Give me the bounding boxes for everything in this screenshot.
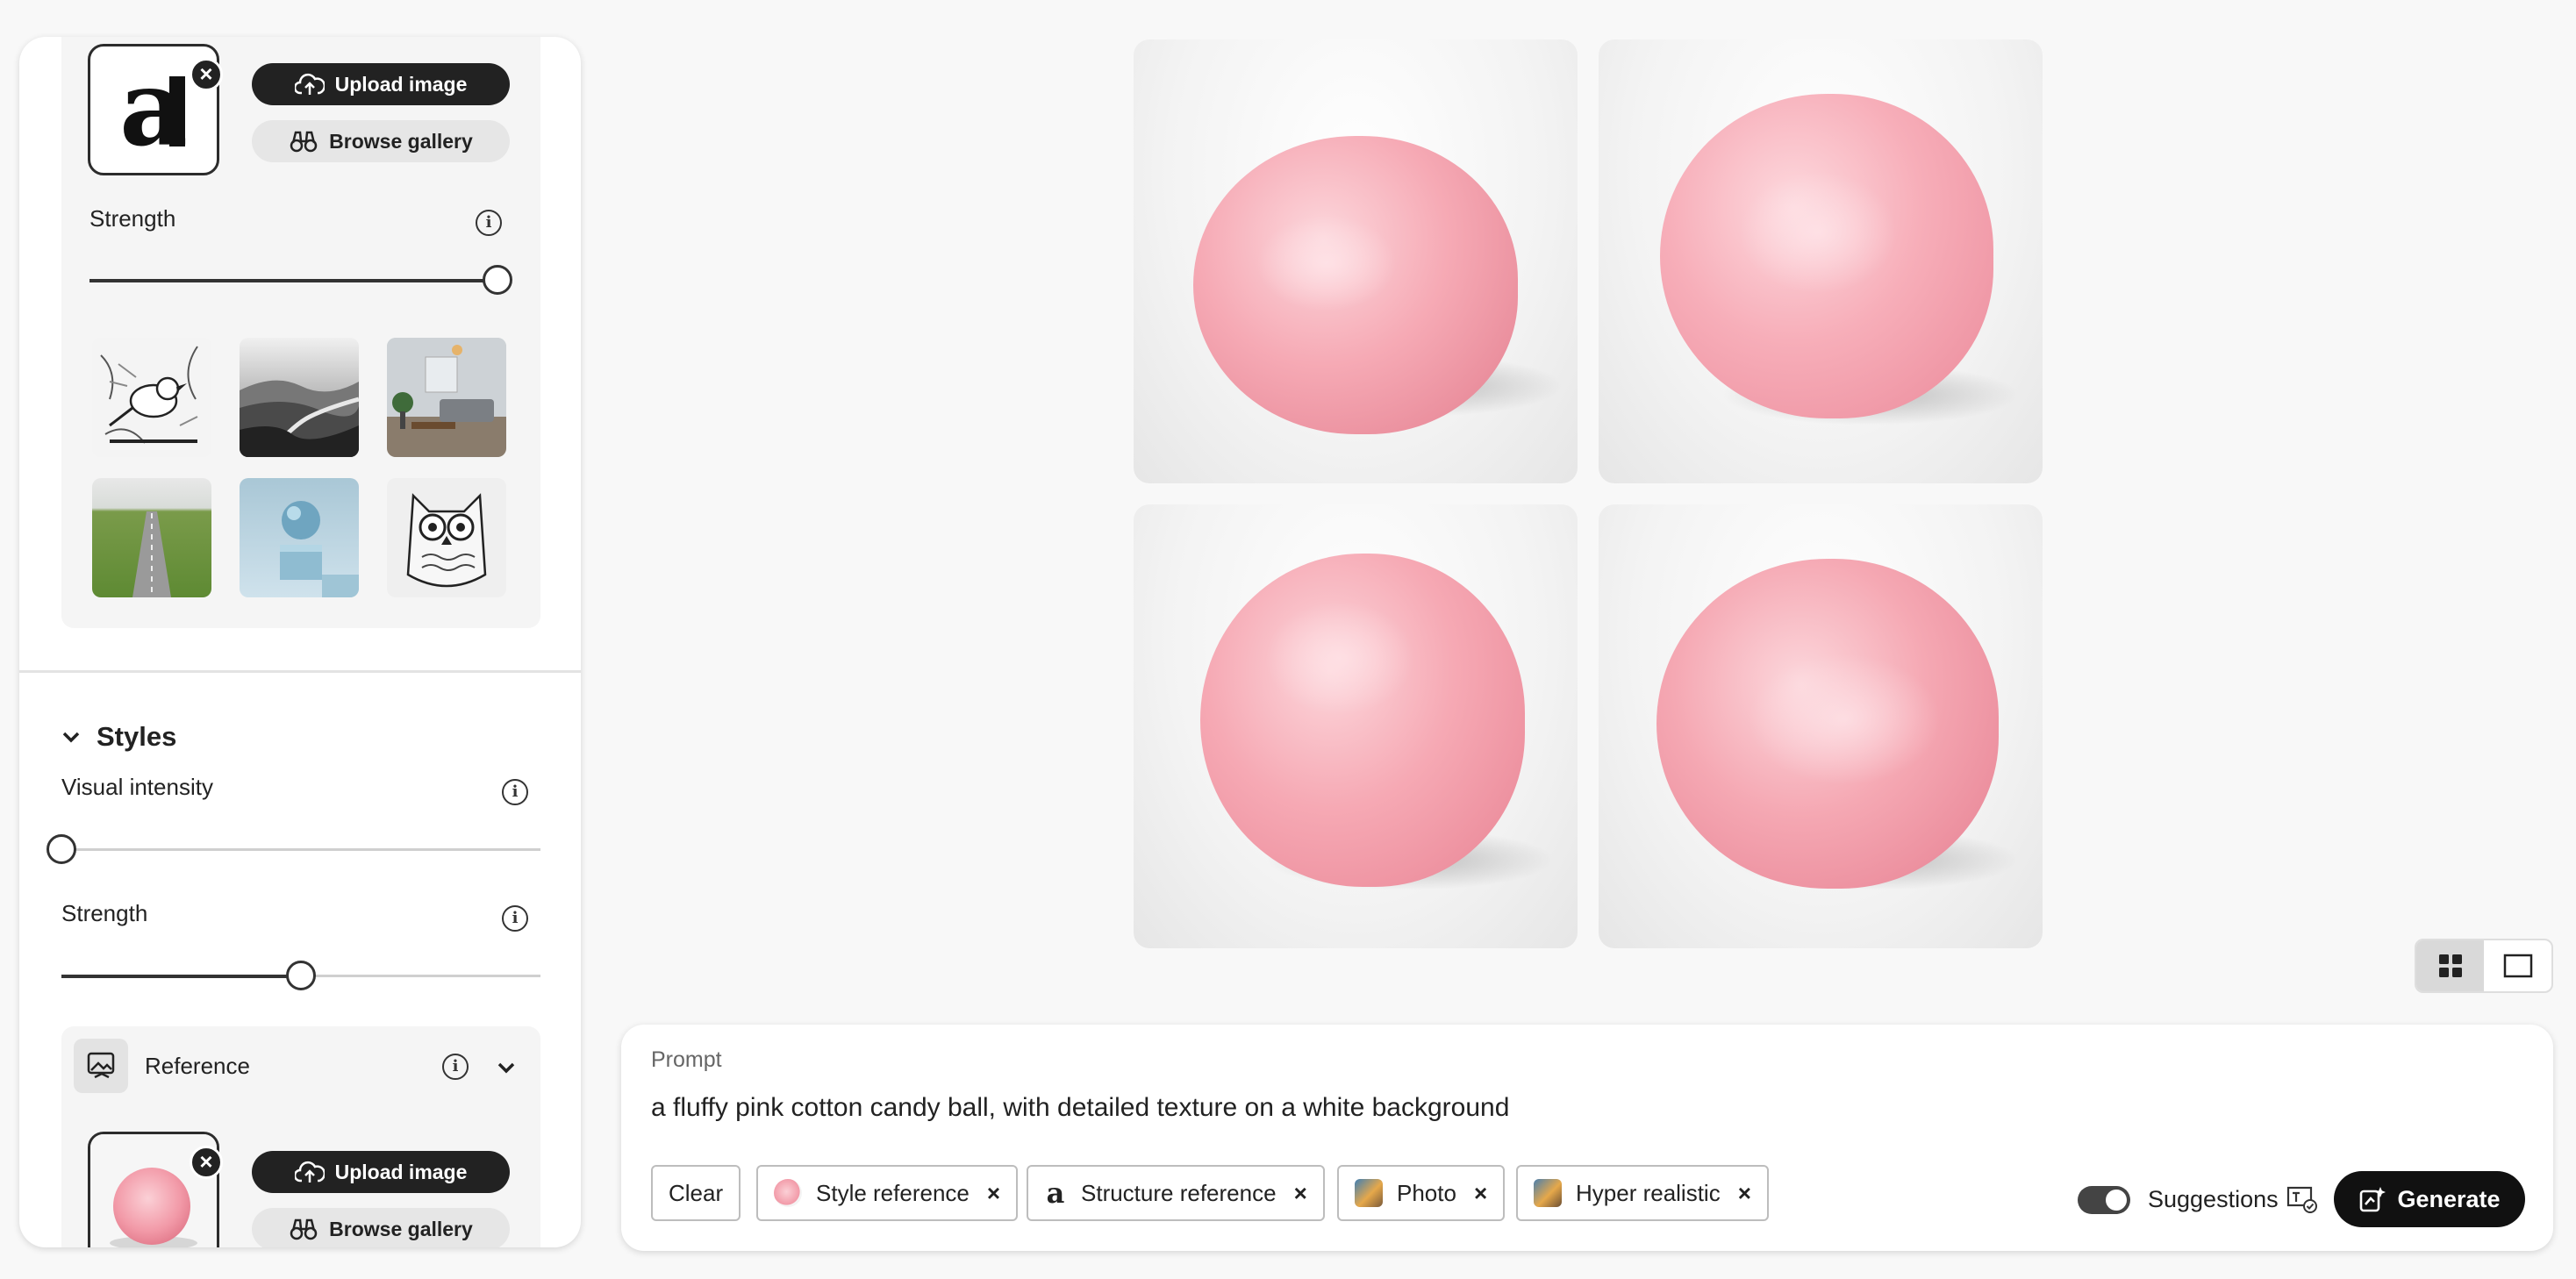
cotton-candy-texture bbox=[1265, 601, 1414, 715]
prompt-input[interactable]: a fluffy pink cotton candy ball, with de… bbox=[651, 1093, 2494, 1123]
visual-intensity-info-icon[interactable]: i bbox=[502, 779, 528, 805]
remove-structure-reference-chip-icon[interactable]: × bbox=[1294, 1180, 1307, 1207]
bird-sketch-image bbox=[92, 338, 211, 457]
styles-section-header[interactable]: Styles bbox=[61, 721, 176, 753]
preset-road-through-fields[interactable] bbox=[92, 478, 211, 597]
structure-browse-gallery-button[interactable]: Browse gallery bbox=[252, 120, 510, 162]
chip-photo-label: Photo bbox=[1397, 1179, 1456, 1206]
living-room-image bbox=[387, 338, 506, 457]
cloud-upload-icon bbox=[294, 1161, 325, 1183]
styles-strength-info-icon[interactable]: i bbox=[502, 905, 528, 932]
generated-image-4[interactable] bbox=[1599, 504, 2043, 948]
preset-bird-sketch[interactable] bbox=[92, 338, 211, 457]
reference-upload-image-label: Upload image bbox=[334, 1160, 468, 1183]
binoculars-icon bbox=[290, 131, 318, 153]
owl-drawing-image bbox=[406, 493, 487, 588]
clear-button[interactable]: Clear bbox=[651, 1165, 741, 1221]
generate-label: Generate bbox=[2397, 1185, 2501, 1212]
structure-strength-label: Strength bbox=[89, 205, 176, 232]
visual-intensity-label: Visual intensity bbox=[61, 774, 213, 800]
chip-structure-reference-label: Structure reference bbox=[1081, 1179, 1277, 1206]
image-reference-icon bbox=[87, 1052, 115, 1079]
generated-image-2[interactable] bbox=[1599, 39, 2043, 483]
chip-style-reference-label: Style reference bbox=[816, 1179, 970, 1206]
reference-browse-gallery-button[interactable]: Browse gallery bbox=[252, 1208, 510, 1247]
remove-style-reference-button[interactable]: × bbox=[190, 1146, 223, 1179]
visual-intensity-slider-track[interactable] bbox=[61, 848, 540, 851]
section-divider bbox=[19, 670, 581, 673]
view-mode-toggle bbox=[2415, 939, 2553, 993]
visual-intensity-slider-thumb[interactable] bbox=[47, 834, 76, 864]
reference-upload-image-button[interactable]: Upload image bbox=[252, 1151, 510, 1193]
prompt-label: Prompt bbox=[651, 1047, 722, 1072]
chevron-down-icon bbox=[62, 732, 80, 743]
structure-upload-image-button[interactable]: Upload image bbox=[252, 63, 510, 105]
grid-icon bbox=[2438, 954, 2462, 977]
cotton-candy-texture bbox=[1739, 171, 1897, 294]
chip-structure-reference[interactable]: a Structure reference × bbox=[1027, 1165, 1325, 1221]
preset-owl-drawing[interactable] bbox=[387, 478, 506, 597]
remove-style-reference-chip-icon[interactable]: × bbox=[987, 1180, 1000, 1207]
blue-sphere-image bbox=[280, 501, 359, 597]
style-reference-chip-icon bbox=[774, 1179, 802, 1207]
single-view-button[interactable] bbox=[2484, 940, 2551, 991]
reference-label: Reference bbox=[145, 1053, 250, 1079]
reference-icon-box bbox=[74, 1039, 128, 1093]
styles-strength-label: Strength bbox=[61, 900, 148, 926]
grid-view-button[interactable] bbox=[2416, 940, 2484, 991]
remove-structure-reference-button[interactable]: × bbox=[190, 58, 223, 91]
chip-photo[interactable]: Photo × bbox=[1337, 1165, 1506, 1221]
chip-hyper-realistic[interactable]: Hyper realistic × bbox=[1516, 1165, 1769, 1221]
remove-photo-chip-icon[interactable]: × bbox=[1474, 1180, 1487, 1207]
styles-strength-slider-thumb[interactable] bbox=[286, 961, 316, 990]
reference-chevron-down-icon[interactable] bbox=[497, 1061, 516, 1075]
suggestions-label: Suggestions bbox=[2148, 1186, 2279, 1212]
styles-section-title: Styles bbox=[97, 721, 177, 752]
reference-info-icon[interactable]: i bbox=[442, 1054, 469, 1080]
photo-style-icon bbox=[1355, 1179, 1383, 1207]
generate-sparkle-icon bbox=[2360, 1187, 2386, 1212]
suggestions-toggle-knob bbox=[2106, 1190, 2127, 1211]
generate-button[interactable]: Generate bbox=[2334, 1171, 2525, 1227]
road-fields-image bbox=[132, 511, 171, 597]
styles-strength-slider-fill bbox=[61, 975, 301, 978]
clear-label: Clear bbox=[669, 1179, 724, 1206]
suggestions-settings-icon[interactable] bbox=[2286, 1184, 2318, 1214]
reference-browse-gallery-label: Browse gallery bbox=[329, 1217, 473, 1240]
preset-blue-sphere[interactable] bbox=[240, 478, 359, 597]
generated-image-1[interactable] bbox=[1134, 39, 1578, 483]
structure-strength-slider-track[interactable] bbox=[89, 279, 493, 282]
misty-landscape-image bbox=[240, 380, 359, 457]
chip-hyper-realistic-label: Hyper realistic bbox=[1576, 1179, 1721, 1206]
structure-browse-gallery-label: Browse gallery bbox=[329, 129, 473, 153]
cotton-candy-texture bbox=[1748, 654, 1941, 785]
settings-panel: a × Upload image Browse gallery Strength… bbox=[19, 37, 581, 1247]
hyper-realistic-style-icon bbox=[1534, 1179, 1562, 1207]
cotton-candy-texture bbox=[1256, 215, 1397, 311]
generated-image-3[interactable] bbox=[1134, 504, 1578, 948]
preset-misty-landscape[interactable] bbox=[240, 338, 359, 457]
chip-style-reference[interactable]: Style reference × bbox=[756, 1165, 1019, 1221]
binoculars-icon bbox=[290, 1218, 318, 1240]
structure-strength-info-icon[interactable]: i bbox=[476, 210, 502, 236]
suggestions-toggle[interactable] bbox=[2078, 1186, 2130, 1214]
structure-reference-chip-icon: a bbox=[1046, 1176, 1065, 1210]
prompt-panel: Prompt a fluffy pink cotton candy ball, … bbox=[621, 1025, 2553, 1251]
remove-hyper-realistic-chip-icon[interactable]: × bbox=[1738, 1180, 1751, 1207]
cloud-upload-icon bbox=[294, 73, 325, 95]
structure-strength-slider-thumb[interactable] bbox=[483, 265, 512, 295]
single-image-icon bbox=[2503, 954, 2532, 978]
structure-upload-image-label: Upload image bbox=[334, 72, 468, 96]
preset-living-room[interactable] bbox=[387, 338, 506, 457]
